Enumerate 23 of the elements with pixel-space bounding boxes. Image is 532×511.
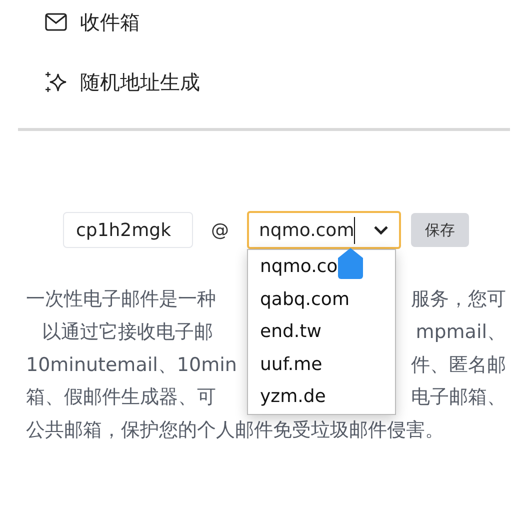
description-text: 服务，您可 [411,287,506,312]
menu-item[interactable]: 收件箱 [80,7,140,37]
dropdown-option[interactable]: nqmo.co [248,251,395,284]
menu-item[interactable]: 随机地址生成 [80,67,200,97]
sparkle-icon [44,70,68,94]
username-field[interactable]: cp1h2mgk [63,212,193,248]
envelope-icon [44,10,68,34]
description-text: 件、匿名邮 [411,352,506,378]
dropdown-option[interactable]: end.tw [248,316,395,348]
dropdown-option[interactable]: yzm.de [248,381,395,414]
at-sign: @ [211,218,229,242]
dropdown-option[interactable]: qabq.com [248,284,395,316]
description-text: 箱、假邮件生成器、可 [26,385,216,410]
description-text: 一次性电子邮件是一种 [26,287,216,312]
text-handle-icon[interactable] [338,248,363,279]
description-text: 电子邮箱、 [411,385,506,410]
description-text: 以通过它接收电子邮 [42,320,213,345]
description-text: 公共邮箱，保护您的个人邮件免受垃圾邮件侵害。 [26,418,444,444]
chevron-down-icon [373,224,389,236]
description-text: 10minutemail、10min [26,352,237,378]
save-button[interactable]: 保存 [411,213,469,247]
description-text: mpmail、 [416,320,506,345]
dropdown-option[interactable]: uuf.me [248,348,395,381]
